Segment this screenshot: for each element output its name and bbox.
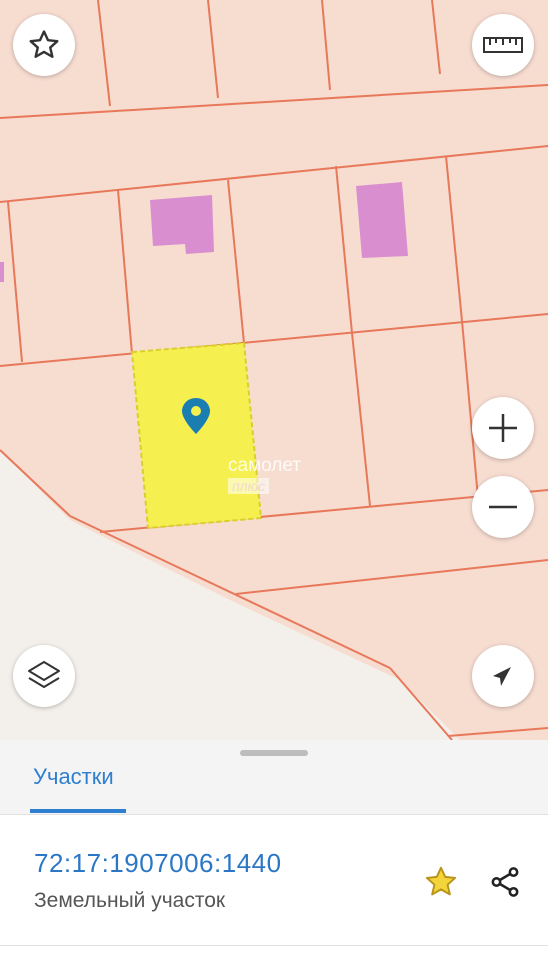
tab-bar: Участки — [0, 740, 548, 815]
selected-parcel — [130, 341, 263, 530]
star-outline-icon — [29, 30, 59, 58]
building — [150, 195, 214, 254]
share-icon — [491, 867, 519, 897]
measure-button[interactable] — [472, 14, 534, 76]
sheet-drag-handle[interactable] — [240, 750, 308, 756]
bottom-sheet[interactable]: Участки 72:17:1907006:1440 Земельный уча… — [0, 740, 548, 960]
my-location-button[interactable] — [472, 645, 534, 707]
building — [0, 262, 4, 282]
map-canvas[interactable] — [0, 0, 548, 740]
layers-icon — [28, 661, 60, 688]
zoom-out-button[interactable] — [472, 476, 534, 538]
cadastral-map[interactable]: самолет плюс — [0, 0, 548, 740]
parcel-cadastral-number[interactable]: 72:17:1907006:1440 — [34, 848, 282, 879]
star-icon — [425, 866, 457, 896]
active-tab-indicator — [30, 809, 126, 813]
minus-icon — [489, 505, 517, 509]
ruler-icon — [483, 37, 523, 53]
favorite-parcel-button[interactable] — [421, 862, 461, 902]
divider — [0, 945, 548, 946]
plus-icon — [489, 414, 517, 442]
layers-button[interactable] — [13, 645, 75, 707]
zoom-in-button[interactable] — [472, 397, 534, 459]
watermark: самолет плюс — [228, 456, 301, 496]
favorite-map-button[interactable] — [13, 14, 75, 76]
watermark-subtext: плюс — [228, 478, 270, 494]
building — [356, 182, 408, 258]
parcel-type: Земельный участок — [34, 889, 226, 912]
tab-parcels[interactable]: Участки — [33, 764, 114, 790]
navigation-arrow-icon — [493, 667, 511, 686]
share-button[interactable] — [485, 862, 525, 902]
watermark-text: самолет — [228, 455, 302, 476]
